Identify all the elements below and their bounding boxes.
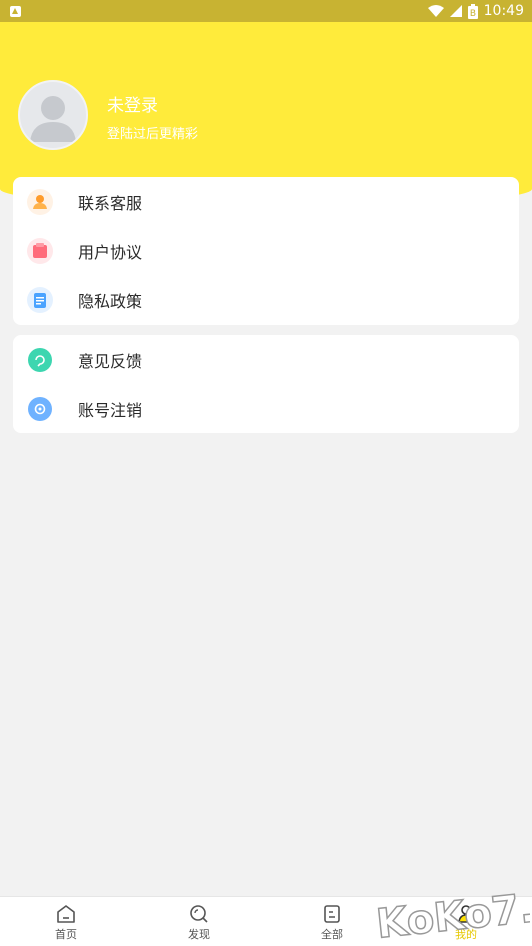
feedback-icon [28,347,52,372]
notification-icon [10,5,21,17]
tab-discover[interactable]: 发现 [159,897,239,946]
default-avatar-icon [30,96,76,142]
wifi-icon [427,5,444,17]
signal-icon [449,5,462,17]
menu-label: 账号注销 [78,400,143,420]
home-icon [57,905,75,923]
menu-item-user-agreement[interactable]: 用户协议 [13,226,519,275]
privacy-policy-icon [27,286,53,313]
status-time: 10:49 [483,3,524,19]
menu-card-account: 意见反馈 账号注销 [13,335,519,433]
menu-item-privacy-policy[interactable]: 隐私政策 [13,275,519,324]
tab-home[interactable]: 首页 [26,897,106,946]
menu-label: 联系客服 [78,193,143,213]
menu-label: 用户协议 [78,242,143,262]
menu-label: 隐私政策 [78,291,143,311]
avatar[interactable] [18,80,88,150]
watermark-logo: KoKo7.com [373,886,530,944]
all-icon [324,905,340,923]
svg-text:KoKo7.com: KoKo7.com [374,886,530,944]
tab-all[interactable]: 全部 [292,897,372,946]
user-agreement-icon [27,237,53,264]
menu-item-account-cancel[interactable]: 账号注销 [13,384,519,433]
status-bar: B 10:49 [0,0,532,22]
menu-card-general: 联系客服 用户协议 隐私政策 [13,177,519,325]
svg-text:B: B [470,9,476,19]
tab-label: 发现 [188,928,210,941]
tab-label: 首页 [55,928,77,941]
login-status[interactable]: 未登录 [107,91,158,116]
menu-item-feedback[interactable]: 意见反馈 [13,335,519,384]
battery-icon: B [467,3,478,19]
menu-label: 意见反馈 [78,351,143,371]
tab-label: 全部 [321,928,343,941]
login-hint: 登陆过后更精彩 [107,127,199,142]
discover-icon [190,905,208,923]
menu-item-customer-service[interactable]: 联系客服 [13,177,519,226]
account-cancel-icon [28,396,52,421]
customer-service-icon [27,188,53,215]
